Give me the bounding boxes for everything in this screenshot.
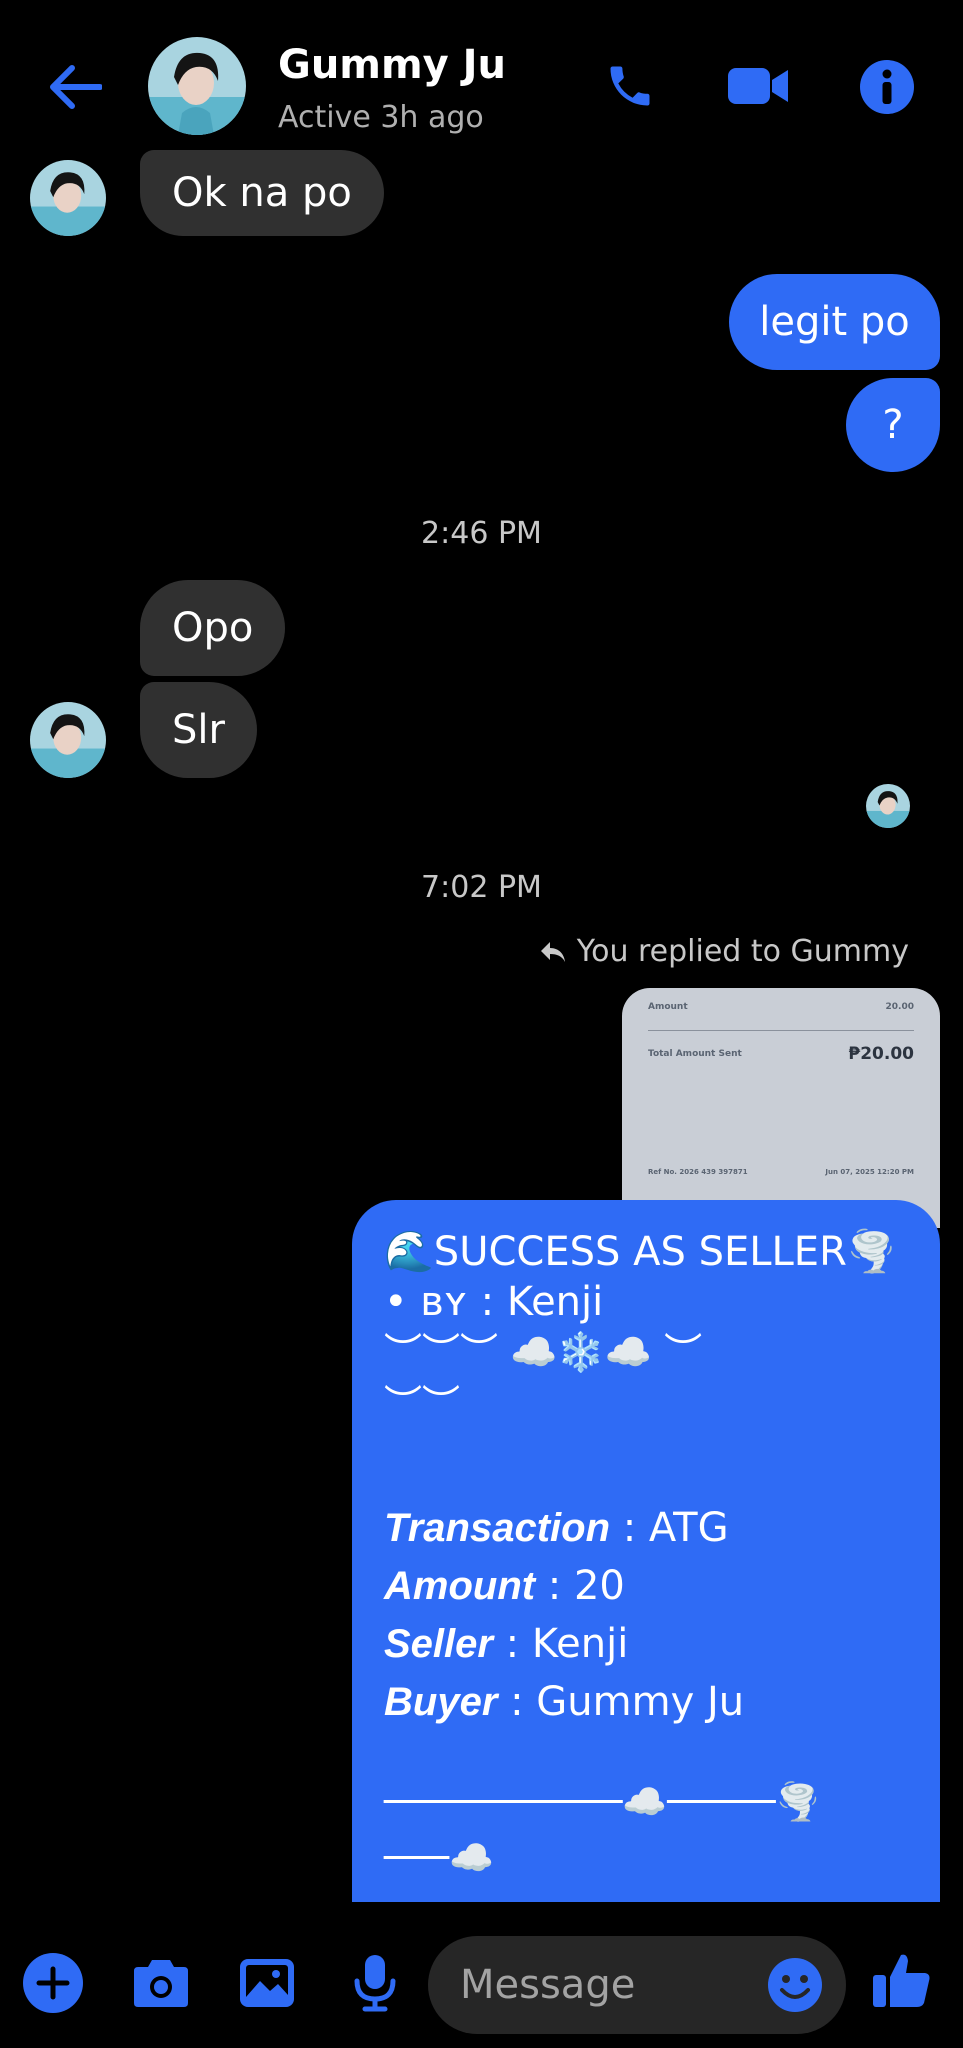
plus-icon — [23, 1953, 83, 2013]
gallery-button[interactable] — [234, 1950, 300, 2016]
timestamp: 2:46 PM — [421, 516, 542, 551]
card-transaction-row: Transaction : ATG — [384, 1499, 908, 1557]
card-amount-row: Amount : 20 — [384, 1557, 908, 1615]
voice-clip-button[interactable] — [342, 1950, 408, 2016]
microphone-icon — [354, 1955, 396, 2012]
receipt-ref-number: Ref No. 2026 439 397871 — [648, 1168, 748, 1176]
outgoing-message[interactable]: ? — [846, 378, 940, 472]
thumbs-up-icon — [873, 1954, 930, 2007]
card-field-value: : Gummy Ju — [497, 1679, 745, 1725]
replied-image-preview[interactable]: Amount 20.00 Total Amount Sent ₱20.00 Re… — [622, 988, 940, 1228]
message-text: Slr — [172, 707, 225, 753]
back-button[interactable] — [44, 56, 106, 118]
card-decoration: ︶︶︶ ☁️❄️☁️ ︶ — [384, 1330, 703, 1374]
more-actions-button[interactable] — [20, 1950, 86, 2016]
receipt-total-value: ₱20.00 — [848, 1044, 914, 1064]
card-field-label: Amount — [384, 1564, 536, 1608]
message-text: Opo — [172, 605, 254, 651]
message-text: legit po — [759, 299, 910, 345]
receipt-amount-label: Amount — [648, 1002, 688, 1012]
reply-indicator: You replied to Gummy — [539, 934, 909, 969]
card-title: 🌊SUCCESS AS SELLER🌪️ — [384, 1229, 897, 1275]
incoming-message[interactable]: Opo — [140, 580, 286, 676]
image-icon — [240, 1959, 294, 2007]
info-icon — [860, 60, 914, 114]
camera-icon — [134, 1960, 188, 2007]
receipt-divider — [648, 1030, 914, 1031]
sender-avatar[interactable] — [30, 160, 106, 236]
incoming-message[interactable]: Ok na po — [140, 150, 384, 236]
card-buyer-row: Buyer : Gummy Ju — [384, 1673, 908, 1731]
back-arrow-icon — [50, 65, 102, 109]
reply-icon — [540, 941, 565, 962]
message-text: Ok na po — [172, 170, 352, 216]
outgoing-card-message[interactable]: 🌊SUCCESS AS SELLER🌪️ • ʙʏ : Kenji ︶︶︶ ☁️… — [352, 1200, 940, 1902]
contact-name[interactable]: Gummy Ju — [278, 42, 506, 88]
card-seller-row: Seller : Kenji — [384, 1615, 908, 1673]
chat-header: Gummy Ju Active 3h ago — [0, 0, 963, 160]
card-divider: ───────────☁️─────🌪️ — [384, 1782, 821, 1823]
card-field-label: Buyer — [384, 1680, 498, 1724]
video-camera-icon — [728, 68, 788, 104]
emoji-button[interactable] — [766, 1956, 824, 2014]
receipt-amount-value: 20.00 — [885, 1002, 914, 1012]
info-button[interactable] — [858, 58, 916, 116]
card-field-value: : ATG — [610, 1505, 729, 1551]
card-decoration: ︶︶ — [384, 1382, 461, 1426]
reply-indicator-text: You replied to Gummy — [576, 934, 909, 969]
outgoing-message[interactable]: legit po — [729, 274, 940, 370]
card-field-label: Transaction — [384, 1506, 610, 1550]
card-field-value: : Kenji — [492, 1621, 629, 1667]
card-field-label: Seller — [384, 1622, 493, 1666]
timestamp: 7:02 PM — [421, 870, 542, 905]
card-field-value: : 20 — [535, 1563, 625, 1609]
sender-avatar[interactable] — [30, 702, 106, 778]
seen-indicator-avatar — [866, 784, 910, 828]
like-button[interactable] — [866, 1944, 938, 2016]
video-call-button[interactable] — [724, 54, 792, 118]
emoji-icon — [768, 1958, 822, 2012]
phone-icon — [610, 66, 650, 106]
camera-button[interactable] — [128, 1950, 194, 2016]
incoming-message[interactable]: Slr — [140, 682, 257, 778]
receipt-total-label: Total Amount Sent — [648, 1049, 742, 1059]
contact-avatar[interactable] — [148, 37, 246, 135]
call-button[interactable] — [598, 54, 662, 118]
receipt-date: Jun 07, 2025 12:20 PM — [825, 1168, 914, 1176]
card-by-line: • ʙʏ : Kenji — [384, 1279, 604, 1325]
message-text: ? — [882, 402, 904, 448]
active-status: Active 3h ago — [278, 100, 484, 135]
message-input-container — [428, 1936, 846, 2034]
card-divider: ───☁️ — [384, 1838, 494, 1879]
message-input[interactable] — [460, 1954, 760, 2016]
